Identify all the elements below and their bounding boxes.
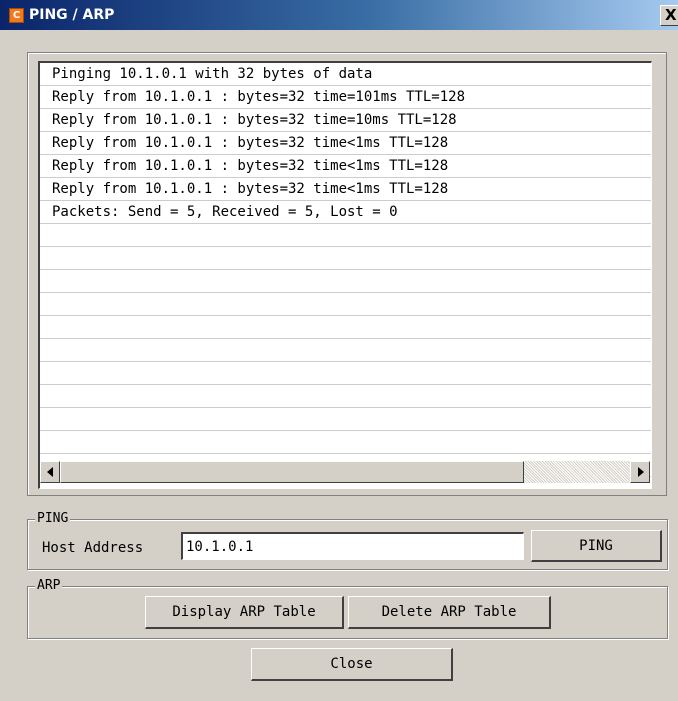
scroll-left-button[interactable] xyxy=(40,461,60,483)
delete-arp-table-button[interactable]: Delete ARP Table xyxy=(348,596,551,629)
scroll-left-arrow-icon xyxy=(47,467,53,477)
title-bar[interactable]: C PING / ARP X xyxy=(0,0,678,30)
output-line xyxy=(40,408,651,431)
scroll-right-arrow-icon xyxy=(638,467,644,477)
host-address-label: Host Address xyxy=(42,540,144,556)
output-line: Reply from 10.1.0.1 : bytes=32 time=10ms… xyxy=(40,109,651,132)
output-line xyxy=(40,293,651,316)
host-address-input[interactable] xyxy=(181,532,524,560)
output-line: Reply from 10.1.0.1 : bytes=32 time<1ms … xyxy=(40,178,651,201)
close-button[interactable]: Close xyxy=(251,648,453,681)
cisco-app-icon: C xyxy=(9,8,24,23)
close-icon[interactable]: X xyxy=(660,5,678,26)
output-line: Reply from 10.1.0.1 : bytes=32 time<1ms … xyxy=(40,155,651,178)
output-line xyxy=(40,431,651,454)
scroll-right-button[interactable] xyxy=(630,461,650,483)
output-line xyxy=(40,247,651,270)
ping-arp-window: C PING / ARP X Pinging 10.1.0.1 with 32 … xyxy=(0,0,678,701)
output-line: Reply from 10.1.0.1 : bytes=32 time<1ms … xyxy=(40,132,651,155)
output-line: Packets: Send = 5, Received = 5, Lost = … xyxy=(40,201,651,224)
scrollbar-thumb[interactable] xyxy=(60,461,524,483)
display-arp-table-button[interactable]: Display ARP Table xyxy=(145,596,344,629)
output-line xyxy=(40,270,651,293)
ping-output-list[interactable]: Pinging 10.1.0.1 with 32 bytes of data Re… xyxy=(38,61,652,489)
arp-group-label: ARP xyxy=(35,578,63,594)
output-line xyxy=(40,316,651,339)
output-line: Pinging 10.1.0.1 with 32 bytes of data xyxy=(40,63,651,86)
output-line xyxy=(40,385,651,408)
output-line xyxy=(40,224,651,247)
ping-group-label: PING xyxy=(35,511,71,527)
output-line: Reply from 10.1.0.1 : bytes=32 time=101m… xyxy=(40,86,651,109)
ping-button[interactable]: PING xyxy=(531,530,662,562)
window-title: PING / ARP xyxy=(29,7,115,23)
horizontal-scrollbar[interactable] xyxy=(40,461,650,483)
output-line xyxy=(40,362,651,385)
output-line xyxy=(40,339,651,362)
